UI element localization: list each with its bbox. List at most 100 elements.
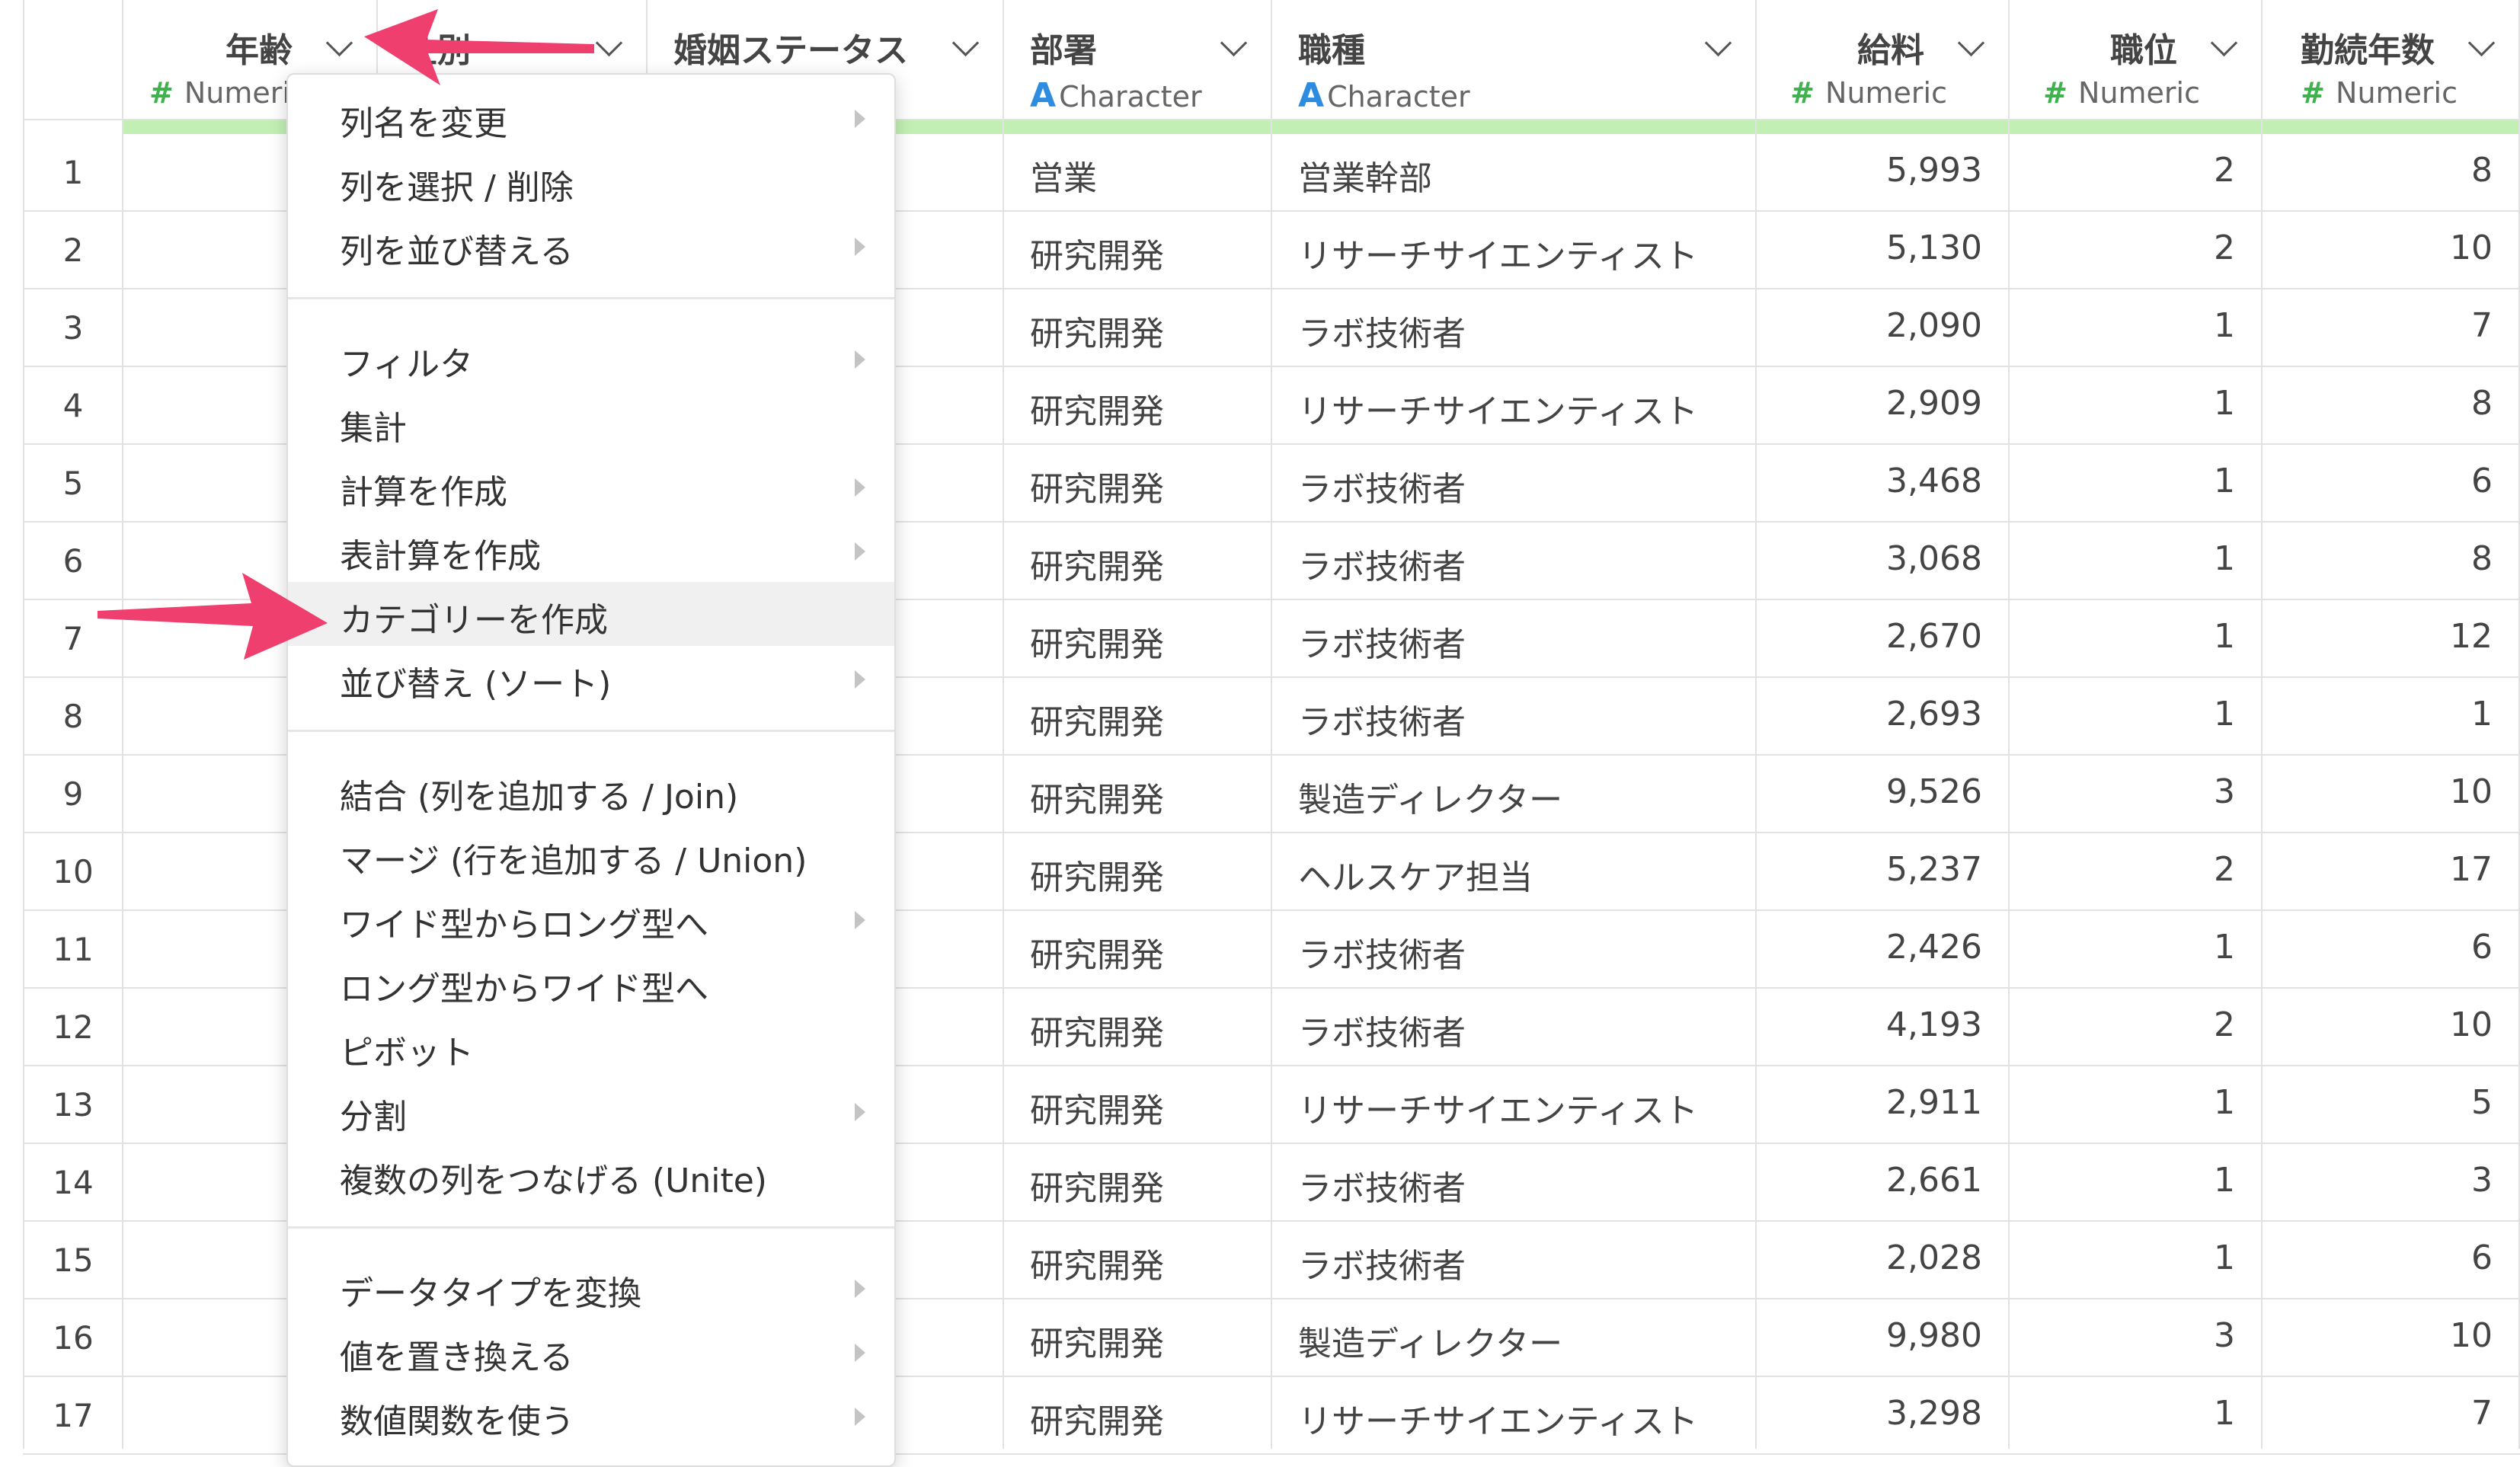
cell-level[interactable]: 2 — [2010, 229, 2235, 267]
cell-years[interactable]: 6 — [2263, 1238, 2493, 1277]
cell-department[interactable]: 研究開発 — [1030, 1394, 1164, 1443]
cell-job-role[interactable]: 営業幹部 — [1298, 151, 1432, 200]
menu-item[interactable]: 数値関数を使う — [288, 1383, 894, 1447]
menu-item[interactable]: カテゴリーを作成 — [288, 582, 894, 646]
cell-years[interactable]: 17 — [2263, 850, 2493, 889]
cell-department[interactable]: 研究開発 — [1030, 850, 1164, 899]
cell-department[interactable]: 研究開発 — [1030, 1316, 1164, 1365]
cell-salary[interactable]: 5,237 — [1757, 850, 1982, 889]
menu-item[interactable]: ピボット — [288, 1015, 894, 1079]
cell-level[interactable]: 3 — [2010, 1316, 2235, 1355]
cell-salary[interactable]: 4,193 — [1757, 1005, 1982, 1044]
chevron-down-icon[interactable] — [2210, 29, 2238, 57]
cell-level[interactable]: 1 — [2010, 462, 2235, 500]
cell-salary[interactable]: 5,130 — [1757, 229, 1982, 267]
cell-department[interactable]: 研究開発 — [1030, 1083, 1164, 1132]
cell-salary[interactable]: 3,298 — [1757, 1394, 1982, 1433]
cell-level[interactable]: 1 — [2010, 617, 2235, 656]
cell-level[interactable]: 1 — [2010, 306, 2235, 345]
cell-job-role[interactable]: ラボ技術者 — [1298, 928, 1466, 976]
cell-level[interactable]: 3 — [2010, 772, 2235, 811]
cell-salary[interactable]: 2,426 — [1757, 928, 1982, 967]
cell-job-role[interactable]: 製造ディレクター — [1298, 1316, 1562, 1365]
cell-salary[interactable]: 2,670 — [1757, 617, 1982, 656]
cell-years[interactable]: 8 — [2263, 384, 2493, 423]
cell-years[interactable]: 8 — [2263, 539, 2493, 578]
cell-department[interactable]: 研究開発 — [1030, 1238, 1164, 1287]
column-header[interactable]: 部署 A Character — [1004, 0, 1272, 120]
cell-years[interactable]: 7 — [2263, 306, 2493, 345]
column-header[interactable]: 給料 # Numeric — [1757, 0, 2010, 120]
cell-salary[interactable]: 2,028 — [1757, 1238, 1982, 1277]
cell-years[interactable]: 5 — [2263, 1083, 2493, 1122]
column-header[interactable]: 勤続年数 # Numeric — [2263, 0, 2520, 120]
cell-job-role[interactable]: ラボ技術者 — [1298, 1161, 1466, 1210]
cell-years[interactable]: 12 — [2263, 617, 2493, 656]
cell-years[interactable]: 7 — [2263, 1394, 2493, 1433]
menu-item[interactable]: 列名を変更 — [288, 85, 894, 149]
cell-department[interactable]: 研究開発 — [1030, 1161, 1164, 1210]
cell-salary[interactable]: 9,980 — [1757, 1316, 1982, 1355]
menu-item[interactable]: 並び替え (ソート) — [288, 646, 894, 710]
cell-salary[interactable]: 2,661 — [1757, 1161, 1982, 1200]
cell-years[interactable]: 10 — [2263, 229, 2493, 267]
cell-level[interactable]: 1 — [2010, 1083, 2235, 1122]
cell-level[interactable]: 2 — [2010, 1005, 2235, 1044]
chevron-down-icon[interactable] — [2467, 29, 2496, 57]
menu-item[interactable]: 列を並び替える — [288, 213, 894, 277]
cell-department[interactable]: 研究開発 — [1030, 928, 1164, 976]
cell-job-role[interactable]: リサーチサイエンティスト — [1298, 384, 1698, 433]
cell-job-role[interactable]: ラボ技術者 — [1298, 617, 1466, 666]
cell-job-role[interactable]: ラボ技術者 — [1298, 695, 1466, 743]
cell-department[interactable]: 研究開発 — [1030, 617, 1164, 666]
menu-item[interactable]: 表計算を作成 — [288, 518, 894, 582]
cell-years[interactable]: 1 — [2263, 695, 2493, 734]
menu-item[interactable]: 集計 — [288, 390, 894, 454]
cell-job-role[interactable]: リサーチサイエンティスト — [1298, 1083, 1698, 1132]
cell-years[interactable]: 10 — [2263, 1005, 2493, 1044]
cell-job-role[interactable]: ラボ技術者 — [1298, 539, 1466, 588]
cell-job-role[interactable]: ラボ技術者 — [1298, 1005, 1466, 1054]
cell-department[interactable]: 研究開発 — [1030, 772, 1164, 821]
chevron-down-icon[interactable] — [951, 29, 980, 57]
menu-item[interactable]: データタイプを変換 — [288, 1255, 894, 1319]
chevron-down-icon[interactable] — [1704, 29, 1732, 57]
cell-years[interactable]: 6 — [2263, 928, 2493, 967]
cell-years[interactable]: 6 — [2263, 462, 2493, 500]
cell-level[interactable]: 2 — [2010, 850, 2235, 889]
cell-job-role[interactable]: リサーチサイエンティスト — [1298, 1394, 1698, 1443]
cell-department[interactable]: 研究開発 — [1030, 539, 1164, 588]
cell-salary[interactable]: 2,090 — [1757, 306, 1982, 345]
cell-salary[interactable]: 5,993 — [1757, 151, 1982, 190]
cell-department[interactable]: 研究開発 — [1030, 384, 1164, 433]
menu-item[interactable]: マージ (行を追加する / Union) — [288, 823, 894, 887]
cell-job-role[interactable]: ラボ技術者 — [1298, 1238, 1466, 1287]
chevron-down-icon[interactable] — [1957, 29, 1985, 57]
cell-salary[interactable]: 2,693 — [1757, 695, 1982, 734]
cell-level[interactable]: 1 — [2010, 1394, 2235, 1433]
column-header[interactable]: 職位 # Numeric — [2010, 0, 2263, 120]
cell-salary[interactable]: 2,911 — [1757, 1083, 1982, 1122]
cell-job-role[interactable]: リサーチサイエンティスト — [1298, 229, 1698, 277]
cell-years[interactable]: 10 — [2263, 1316, 2493, 1355]
cell-level[interactable]: 1 — [2010, 1161, 2235, 1200]
menu-item[interactable]: 複数の列をつなげる (Unite) — [288, 1143, 894, 1207]
cell-department[interactable]: 研究開発 — [1030, 1005, 1164, 1054]
cell-level[interactable]: 1 — [2010, 1238, 2235, 1277]
cell-level[interactable]: 2 — [2010, 151, 2235, 190]
cell-years[interactable]: 8 — [2263, 151, 2493, 190]
cell-department[interactable]: 研究開発 — [1030, 695, 1164, 743]
cell-years[interactable]: 10 — [2263, 772, 2493, 811]
menu-item[interactable]: 分割 — [288, 1079, 894, 1143]
cell-department[interactable]: 研究開発 — [1030, 229, 1164, 277]
menu-item[interactable]: フィルタ — [288, 326, 894, 390]
menu-item[interactable]: 計算を作成 — [288, 454, 894, 518]
cell-level[interactable]: 1 — [2010, 384, 2235, 423]
cell-level[interactable]: 1 — [2010, 928, 2235, 967]
menu-item[interactable]: ワイド型からロング型へ — [288, 887, 894, 951]
column-header[interactable]: 職種 A Character — [1272, 0, 1757, 120]
chevron-down-icon[interactable] — [325, 29, 353, 57]
cell-years[interactable]: 3 — [2263, 1161, 2493, 1200]
menu-item[interactable]: 列を選択 / 削除 — [288, 149, 894, 213]
cell-salary[interactable]: 9,526 — [1757, 772, 1982, 811]
